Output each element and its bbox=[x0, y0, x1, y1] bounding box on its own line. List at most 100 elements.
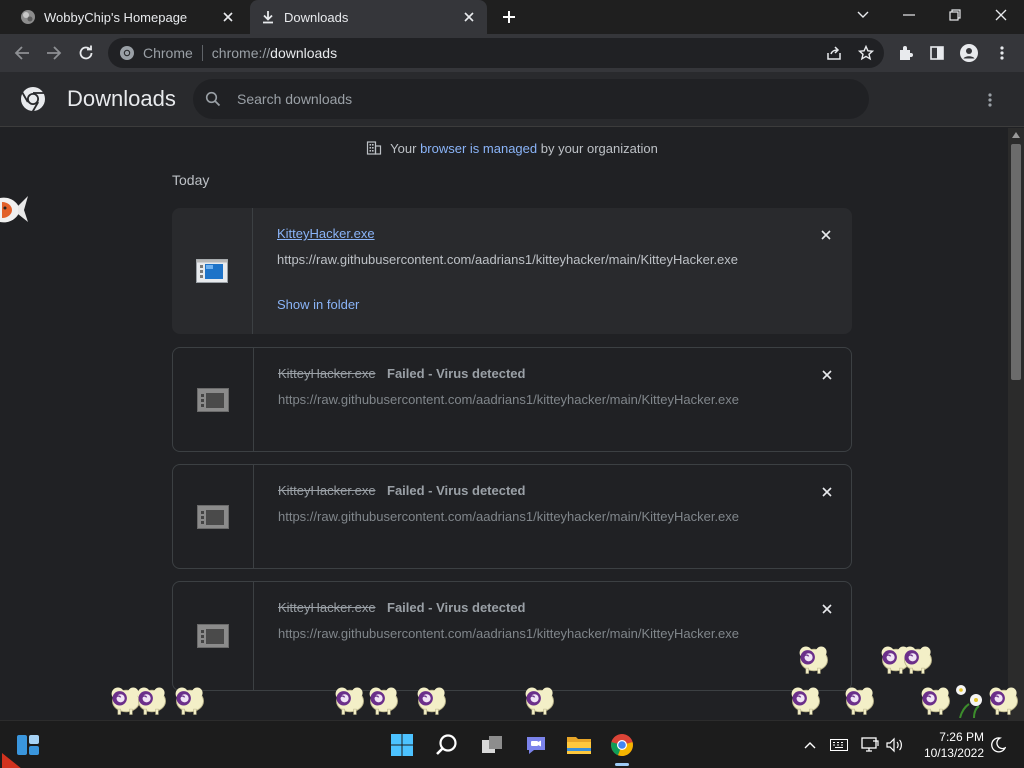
chrome-logo-icon bbox=[21, 87, 45, 112]
sheep-pet-icon bbox=[174, 686, 205, 716]
managed-link[interactable]: browser is managed bbox=[420, 141, 537, 156]
sheep-pet-icon bbox=[334, 686, 365, 716]
focus-assist-moon-icon[interactable] bbox=[988, 735, 1008, 755]
restore-button[interactable] bbox=[932, 0, 978, 30]
blocked-file-icon bbox=[197, 387, 229, 412]
url-scheme: chrome:// bbox=[211, 45, 271, 61]
download-status: Failed - Virus detected bbox=[387, 600, 526, 615]
file-icon-column bbox=[173, 465, 254, 568]
minimize-button[interactable] bbox=[886, 0, 932, 30]
sheep-pet-icon bbox=[790, 686, 821, 716]
downloads-header: Downloads bbox=[0, 72, 1024, 127]
chrome-site-icon bbox=[120, 46, 134, 60]
windows-start-icon[interactable] bbox=[386, 729, 418, 761]
file-icon-column bbox=[172, 208, 253, 334]
managed-suffix: by your organization bbox=[537, 141, 658, 156]
download-item: KitteyHacker.exe https://raw.githubuserc… bbox=[172, 208, 852, 334]
download-filename: KitteyHacker.exe bbox=[278, 600, 376, 615]
downloads-list-area: Your browser is managed by your organiza… bbox=[0, 128, 1008, 720]
sheep-pet-icon bbox=[798, 645, 829, 675]
download-source-url[interactable]: https://raw.githubusercontent.com/aadria… bbox=[277, 252, 738, 267]
download-source-url[interactable]: https://raw.githubusercontent.com/aadria… bbox=[278, 626, 739, 641]
download-status: Failed - Virus detected bbox=[387, 366, 526, 381]
clock-time: 7:26 PM bbox=[939, 730, 984, 744]
download-source-url[interactable]: https://raw.githubusercontent.com/aadria… bbox=[278, 509, 739, 524]
exe-file-icon bbox=[196, 259, 228, 283]
chrome-icon[interactable] bbox=[606, 729, 638, 761]
sheep-pet-icon bbox=[988, 686, 1019, 716]
remove-item-icon[interactable] bbox=[818, 366, 836, 384]
active-app-indicator bbox=[615, 763, 629, 766]
network-icon[interactable] bbox=[860, 735, 880, 755]
address-bar[interactable]: Chrome chrome:// downloads bbox=[108, 38, 884, 68]
chat-icon[interactable] bbox=[520, 729, 552, 761]
search-downloads-box[interactable] bbox=[193, 79, 869, 119]
blocked-file-icon bbox=[197, 624, 229, 648]
forward-button[interactable] bbox=[40, 39, 68, 67]
scroll-up-arrow-icon[interactable] bbox=[1012, 132, 1020, 138]
taskbar: 7:26 PM 10/13/2022 bbox=[0, 720, 1024, 768]
download-item: KitteyHacker.exe Failed - Virus detected… bbox=[172, 347, 852, 452]
search-icon bbox=[205, 91, 221, 107]
sheep-pet-icon bbox=[524, 686, 555, 716]
bookmark-star-icon[interactable] bbox=[852, 39, 880, 67]
sheep-pet-icon bbox=[416, 686, 447, 716]
managed-notice: Your browser is managed by your organiza… bbox=[0, 140, 1008, 156]
blocked-file-icon bbox=[197, 504, 229, 529]
download-item: KitteyHacker.exe Failed - Virus detected… bbox=[172, 581, 852, 691]
show-in-folder-link[interactable]: Show in folder bbox=[277, 297, 359, 312]
reload-button[interactable] bbox=[72, 39, 100, 67]
remove-item-icon[interactable] bbox=[818, 600, 836, 618]
clock-date: 10/13/2022 bbox=[923, 746, 984, 760]
globe-favicon-icon bbox=[20, 9, 36, 25]
vertical-scrollbar[interactable] bbox=[1008, 128, 1024, 720]
search-icon[interactable] bbox=[431, 729, 463, 761]
flower-pet-icon bbox=[956, 685, 982, 718]
search-input[interactable] bbox=[237, 91, 797, 107]
volume-icon[interactable] bbox=[885, 735, 905, 755]
download-status: Failed - Virus detected bbox=[387, 483, 526, 498]
download-filename: KitteyHacker.exe bbox=[278, 366, 376, 381]
sheep-pet-icon bbox=[844, 686, 875, 716]
task-view-icon[interactable] bbox=[476, 729, 508, 761]
new-tab-button[interactable] bbox=[499, 7, 519, 27]
close-window-button[interactable] bbox=[978, 0, 1024, 30]
date-section-header: Today bbox=[172, 172, 210, 188]
tab-homepage[interactable]: WobbyChip's Homepage bbox=[10, 0, 246, 34]
download-item: KitteyHacker.exe Failed - Virus detected… bbox=[172, 464, 852, 569]
remove-item-icon[interactable] bbox=[818, 483, 836, 501]
corner-arrow-icon bbox=[2, 753, 21, 768]
show-hidden-icons-chevron-icon[interactable] bbox=[800, 735, 820, 755]
page-title: Downloads bbox=[67, 86, 176, 111]
sheep-pet-icon bbox=[136, 686, 167, 716]
close-tab-icon[interactable] bbox=[218, 7, 238, 27]
sheep-pet-icon bbox=[920, 686, 951, 716]
back-button[interactable] bbox=[8, 39, 36, 67]
system-clock[interactable]: 7:26 PM 10/13/2022 bbox=[912, 729, 984, 761]
profile-avatar-icon[interactable] bbox=[955, 39, 983, 67]
download-filename-link[interactable]: KitteyHacker.exe bbox=[277, 226, 375, 241]
side-panel-icon[interactable] bbox=[923, 39, 951, 67]
downloads-more-actions-icon[interactable] bbox=[978, 88, 1002, 112]
keyboard-icon[interactable] bbox=[829, 735, 849, 755]
site-chip-label: Chrome bbox=[143, 45, 193, 61]
tab-downloads[interactable]: Downloads bbox=[250, 0, 487, 34]
url-host: downloads bbox=[270, 45, 338, 61]
file-icon-column bbox=[173, 582, 254, 690]
close-tab-icon[interactable] bbox=[459, 7, 479, 27]
browser-menu-icon[interactable] bbox=[988, 39, 1016, 67]
sheep-pet-icon bbox=[902, 645, 933, 675]
extensions-puzzle-icon[interactable] bbox=[892, 39, 920, 67]
goldfish-pet-icon bbox=[0, 196, 28, 223]
file-explorer-icon[interactable] bbox=[563, 729, 595, 761]
tab-label: WobbyChip's Homepage bbox=[44, 9, 188, 25]
tab-search-chevron-icon[interactable] bbox=[840, 0, 886, 30]
building-icon bbox=[367, 141, 382, 155]
screen: WobbyChip's Homepage Downloads Chrome ch… bbox=[0, 0, 1024, 768]
file-icon-column bbox=[173, 348, 254, 451]
download-source-url[interactable]: https://raw.githubusercontent.com/aadria… bbox=[278, 392, 739, 407]
share-icon[interactable] bbox=[820, 39, 848, 67]
scrollbar-thumb[interactable] bbox=[1011, 144, 1021, 380]
managed-prefix: Your bbox=[390, 141, 421, 156]
remove-item-icon[interactable] bbox=[817, 226, 835, 244]
